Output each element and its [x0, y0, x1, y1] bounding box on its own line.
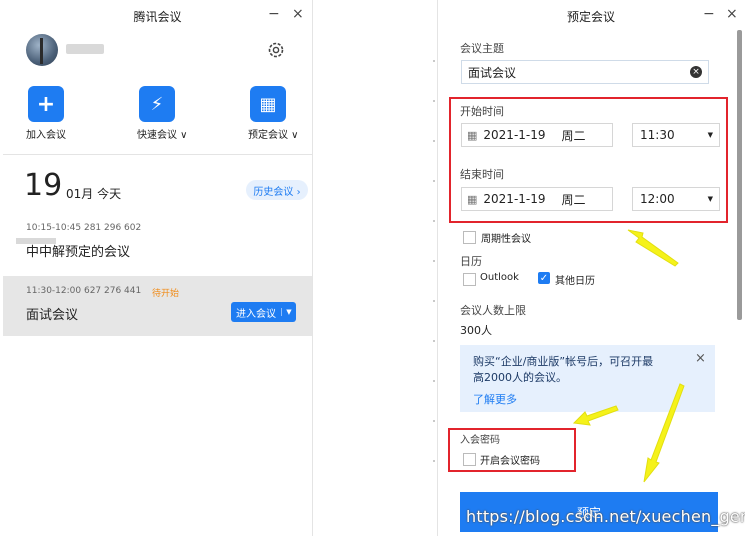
- password-checkbox[interactable]: [463, 453, 476, 466]
- end-weekday: 周二: [561, 192, 586, 207]
- end-time-select[interactable]: 12:00 ▼: [632, 187, 720, 211]
- schedule-meeting-label[interactable]: 预定会议 ∨: [248, 126, 299, 141]
- limit-value: 300人: [460, 324, 492, 337]
- status-badge: 待开始: [152, 289, 180, 299]
- notice-text-line2: 高2000人的会议。: [473, 371, 567, 384]
- meeting-name: 面试会议: [26, 308, 79, 323]
- subject-value: 面试会议: [468, 65, 517, 80]
- chevron-down-icon[interactable]: ▼: [281, 308, 296, 316]
- subject-input[interactable]: 面试会议 ×: [461, 60, 709, 84]
- end-date-picker[interactable]: ▦ 2021-1-19 周二: [461, 187, 613, 211]
- end-time: 12:00: [640, 192, 675, 206]
- divider: [3, 154, 312, 155]
- end-time-label: 结束时间: [460, 168, 504, 181]
- start-date-picker[interactable]: ▦ 2021-1-19 周二: [461, 123, 613, 147]
- recurring-label: 周期性会议: [481, 234, 531, 245]
- join-meeting-label: 加入会议: [26, 130, 66, 141]
- history-meetings-button[interactable]: 历史会议 ›: [246, 180, 308, 200]
- outlook-checkbox[interactable]: [463, 273, 476, 286]
- meeting-time: 10:15-10:45 281 296 602: [26, 223, 142, 233]
- window-title: 预定会议: [566, 10, 615, 24]
- start-time: 11:30: [640, 128, 675, 142]
- calendar-label: 日历: [460, 255, 482, 268]
- enter-meeting-label[interactable]: 进入会议: [231, 305, 281, 320]
- password-toggle-label: 开启会议密码: [480, 456, 540, 467]
- start-date: 2021-1-19: [483, 128, 546, 142]
- start-time-label: 开始时间: [460, 105, 504, 118]
- other-calendar-checkbox[interactable]: ✓: [538, 272, 550, 284]
- schedule-meeting-button[interactable]: ▦: [250, 86, 286, 122]
- close-button[interactable]: ×: [292, 6, 304, 22]
- tencent-meeting-main-window: [3, 0, 313, 536]
- clear-icon[interactable]: ×: [690, 66, 702, 78]
- start-time-select[interactable]: 11:30 ▼: [632, 123, 720, 147]
- calendar-icon: ▦: [467, 128, 478, 142]
- recurring-checkbox[interactable]: [463, 231, 476, 244]
- avatar[interactable]: [26, 34, 58, 66]
- chevron-down-icon: ▼: [707, 195, 713, 203]
- end-date: 2021-1-19: [483, 192, 546, 206]
- quick-meeting-button[interactable]: ⚡: [139, 86, 175, 122]
- background-edge: [433, 40, 435, 470]
- watermark: https://blog.csdn.net/xuechen_gemgirl: [466, 507, 745, 526]
- enter-meeting-button[interactable]: 进入会议 ▼: [231, 302, 296, 322]
- meeting-time: 11:30-12:00 627 276 441: [26, 286, 142, 296]
- lightning-icon: ⚡: [139, 86, 175, 122]
- minimize-button[interactable]: −: [268, 6, 280, 22]
- start-weekday: 周二: [561, 128, 586, 143]
- limit-label: 会议人数上限: [460, 304, 526, 317]
- annotation-arrows: [572, 229, 685, 483]
- gear-icon[interactable]: [266, 40, 286, 60]
- date-month-today: 01月 今天: [66, 187, 122, 201]
- username-redacted: [66, 44, 104, 54]
- learn-more-link[interactable]: 了解更多: [473, 391, 517, 407]
- date-day: 19: [24, 168, 63, 203]
- window-title: 腾讯会议: [133, 10, 182, 24]
- plus-icon: +: [28, 86, 64, 122]
- password-label: 入会密码: [460, 435, 500, 446]
- outlook-label: Outlook: [480, 272, 519, 283]
- join-meeting-button[interactable]: +: [28, 86, 64, 122]
- subject-label: 会议主题: [460, 42, 504, 55]
- chevron-down-icon: ▼: [707, 131, 713, 139]
- redaction-blur: [16, 238, 56, 244]
- quick-meeting-label[interactable]: 快速会议 ∨: [137, 126, 188, 141]
- calendar-icon: ▦: [467, 192, 478, 206]
- minimize-button[interactable]: −: [703, 6, 715, 22]
- calendar-icon: ▦: [250, 86, 286, 122]
- scrollbar[interactable]: [737, 30, 742, 320]
- close-button[interactable]: ×: [726, 6, 738, 22]
